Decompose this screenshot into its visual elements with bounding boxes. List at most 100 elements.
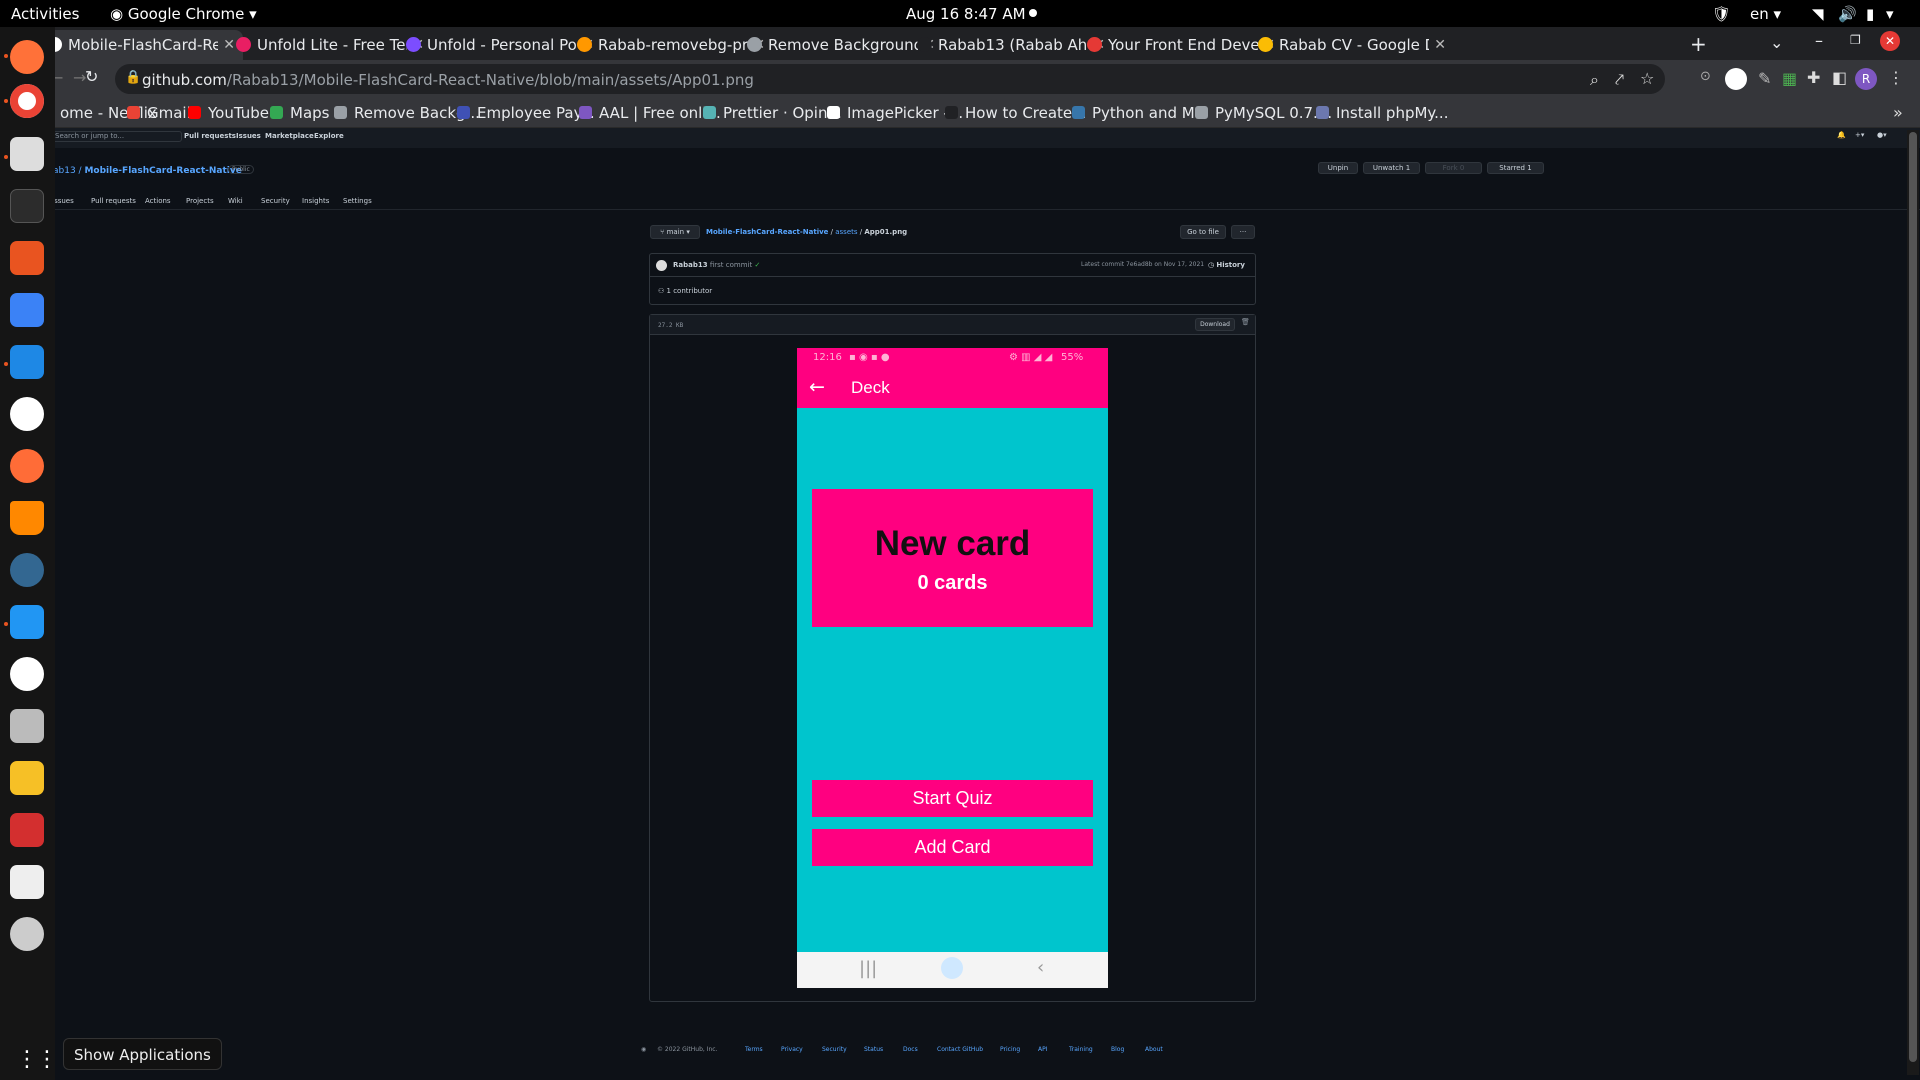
footer-pricing[interactable]: Pricing bbox=[1000, 1046, 1020, 1053]
pdf-icon[interactable] bbox=[10, 813, 44, 847]
bookmark-5[interactable]: Employee Pay... bbox=[457, 104, 595, 122]
footer-contact[interactable]: Contact GitHub bbox=[937, 1046, 983, 1053]
url-text[interactable]: github.com/Rabab13/Mobile-FlashCard-Reac… bbox=[142, 71, 754, 89]
tab-settings[interactable]: Settings bbox=[343, 197, 372, 205]
nav-explore[interactable]: Explore bbox=[314, 132, 344, 140]
bookmark-6[interactable]: AAL | Free onli... bbox=[579, 104, 721, 122]
trash-icon[interactable]: 🗑 bbox=[1241, 318, 1250, 326]
files-icon[interactable] bbox=[10, 137, 44, 171]
battery-icon[interactable]: ▮ bbox=[1866, 5, 1874, 23]
mysql-workbench-icon[interactable] bbox=[10, 657, 44, 691]
tab-actions[interactable]: Actions bbox=[145, 197, 171, 205]
bookmark-3[interactable]: Maps bbox=[270, 104, 329, 122]
chrome-dock-icon[interactable] bbox=[10, 84, 44, 118]
bookmark-11[interactable]: PyMySQL 0.7.... bbox=[1195, 104, 1332, 122]
pen-extension-icon[interactable]: ✎ bbox=[1758, 69, 1771, 88]
commit-author[interactable]: Rabab13 bbox=[673, 261, 708, 269]
nav-issues[interactable]: Issues bbox=[236, 132, 261, 140]
footer-api[interactable]: API bbox=[1038, 1046, 1048, 1053]
download-button[interactable]: Download bbox=[1195, 318, 1235, 331]
writer-icon[interactable] bbox=[10, 605, 44, 639]
tab-7[interactable]: Rabab CV - Google D ✕ bbox=[1249, 30, 1454, 60]
activities-button[interactable]: Activities bbox=[11, 5, 79, 23]
bookmark-7[interactable]: Prettier · Opin... bbox=[703, 104, 842, 122]
footer-privacy[interactable]: Privacy bbox=[781, 1046, 803, 1053]
bookmark-8[interactable]: ImagePicker -... bbox=[827, 104, 963, 122]
starred-button[interactable]: Starred 1 bbox=[1487, 162, 1544, 174]
extension-avatar-icon[interactable] bbox=[1725, 68, 1747, 90]
close-window-button[interactable]: ✕ bbox=[1880, 31, 1900, 51]
text-editor-icon[interactable] bbox=[10, 865, 44, 899]
slack-icon[interactable] bbox=[10, 397, 44, 431]
database-icon[interactable] bbox=[10, 709, 44, 743]
colorful-extension-icon[interactable]: ▦ bbox=[1782, 69, 1797, 88]
menu-icon[interactable]: ⋮ bbox=[1888, 68, 1904, 87]
postman-icon[interactable] bbox=[10, 449, 44, 483]
lock-icon[interactable]: 🔒 bbox=[125, 70, 141, 85]
firefox-icon[interactable] bbox=[10, 40, 44, 74]
tab-search-icon[interactable]: ⌄ bbox=[1770, 33, 1783, 52]
history-link[interactable]: ◷ History bbox=[1208, 261, 1245, 269]
address-bar[interactable]: 🔒 github.com/Rabab13/Mobile-FlashCard-Re… bbox=[115, 64, 1665, 94]
footer-security[interactable]: Security bbox=[822, 1046, 847, 1053]
extension-icon[interactable]: ⊙ bbox=[1700, 69, 1711, 84]
side-panel-icon[interactable]: ◧ bbox=[1832, 68, 1847, 87]
bookmark-2[interactable]: YouTube bbox=[188, 104, 269, 122]
share-icon[interactable]: ⤤ bbox=[1615, 70, 1624, 90]
repo-owner[interactable]: ab13 bbox=[53, 166, 76, 176]
terminal-icon[interactable] bbox=[10, 189, 44, 223]
footer-blog[interactable]: Blog bbox=[1111, 1046, 1124, 1053]
scrollbar-thumb[interactable] bbox=[1909, 132, 1917, 1062]
bell-icon[interactable]: 🔔 bbox=[1837, 131, 1846, 139]
bookmark-12[interactable]: Install phpMy... bbox=[1316, 104, 1448, 122]
unwatch-button[interactable]: Unwatch 1 bbox=[1363, 162, 1420, 174]
clock[interactable]: Aug 16 8:47 AM bbox=[906, 5, 1026, 23]
footer-training[interactable]: Training bbox=[1069, 1046, 1093, 1053]
settings-icon[interactable] bbox=[10, 917, 44, 951]
tab-security[interactable]: Security bbox=[261, 197, 290, 205]
create-new-icon[interactable]: +▾ bbox=[1855, 131, 1864, 139]
wifi-icon[interactable]: ◥ bbox=[1812, 5, 1824, 23]
tab-wiki[interactable]: Wiki bbox=[228, 197, 243, 205]
contributors[interactable]: ⚇ 1 contributor bbox=[658, 287, 712, 295]
vscode-icon[interactable] bbox=[10, 345, 44, 379]
nav-pull-requests[interactable]: Pull requests bbox=[184, 132, 236, 140]
reload-icon[interactable]: ↻ bbox=[85, 67, 98, 86]
software-icon[interactable] bbox=[10, 241, 44, 275]
footer-docs[interactable]: Docs bbox=[903, 1046, 918, 1053]
calculator-icon[interactable] bbox=[10, 761, 44, 795]
vlc-icon[interactable] bbox=[10, 501, 44, 535]
bookmark-star-icon[interactable]: ☆ bbox=[1640, 69, 1654, 88]
postgres-icon[interactable] bbox=[10, 553, 44, 587]
crumb-repo[interactable]: Mobile-FlashCard-React-Native bbox=[706, 228, 828, 236]
more-options-button[interactable]: ··· bbox=[1231, 225, 1255, 239]
nav-marketplace[interactable]: Marketplace bbox=[265, 132, 314, 140]
system-menu-icon[interactable]: ▾ bbox=[1886, 5, 1894, 23]
maximize-button[interactable]: ❐ bbox=[1850, 33, 1861, 47]
bookmark-1[interactable]: Gmail bbox=[127, 104, 191, 122]
tab-projects[interactable]: Projects bbox=[186, 197, 214, 205]
bookmark-10[interactable]: Python and M... bbox=[1072, 104, 1209, 122]
repo-name[interactable]: Mobile-FlashCard-React-Native bbox=[84, 166, 241, 176]
crumb-dir[interactable]: assets bbox=[835, 228, 857, 236]
profile-avatar[interactable]: R bbox=[1855, 68, 1877, 90]
go-to-file-button[interactable]: Go to file bbox=[1180, 225, 1226, 239]
shield-icon[interactable]: 🛡 bbox=[1712, 5, 1731, 23]
tab-pull-requests[interactable]: Pull requests bbox=[91, 197, 136, 205]
footer-about[interactable]: About bbox=[1145, 1046, 1163, 1053]
branch-selector[interactable]: ⑂ main ▾ bbox=[650, 225, 700, 239]
search-input[interactable]: Search or jump to... bbox=[52, 131, 182, 142]
more-bookmarks-icon[interactable]: » bbox=[1893, 103, 1903, 122]
screenshot-icon[interactable] bbox=[10, 293, 44, 327]
app-menu[interactable]: ◉ Google Chrome ▾ bbox=[110, 5, 257, 23]
commit-message[interactable]: first commit bbox=[710, 261, 752, 269]
tab-issues[interactable]: Issues bbox=[52, 197, 74, 205]
unpin-button[interactable]: Unpin bbox=[1318, 162, 1358, 174]
volume-icon[interactable]: 🔊 bbox=[1838, 5, 1857, 23]
minimize-button[interactable]: – bbox=[1815, 31, 1823, 50]
tab-close-icon[interactable]: ✕ bbox=[1434, 30, 1446, 60]
puzzle-icon[interactable]: ✚ bbox=[1807, 68, 1820, 87]
tab-0[interactable]: Mobile-FlashCard-Re ✕ bbox=[38, 30, 243, 60]
new-tab-button[interactable]: + bbox=[1690, 32, 1707, 56]
language-indicator[interactable]: en ▾ bbox=[1750, 5, 1781, 23]
